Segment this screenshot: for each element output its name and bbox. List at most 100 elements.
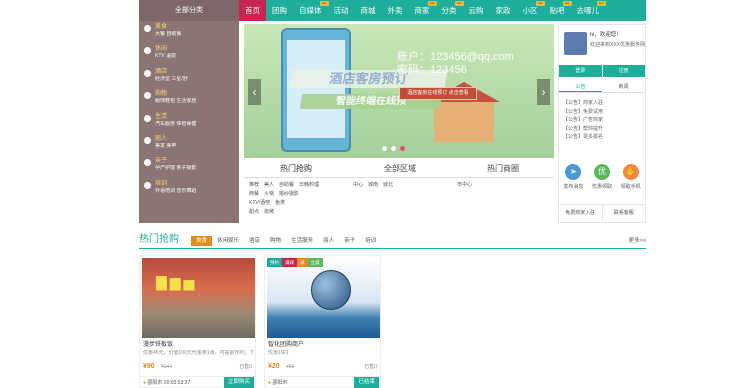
- category-row[interactable]: 购物 服饰鞋包 生活家居: [139, 88, 239, 110]
- category-title[interactable]: 亲子: [155, 158, 239, 165]
- nav-item[interactable]: 自媒体 hot: [293, 0, 329, 21]
- hot-tab[interactable]: 购物: [265, 236, 286, 246]
- category-subitems[interactable]: 大餐 自助餐: [155, 31, 239, 38]
- category-title[interactable]: 购物: [155, 91, 239, 98]
- hot-tab[interactable]: 酒店: [244, 236, 265, 246]
- quick-action[interactable]: ➤ 发布消息: [563, 164, 583, 190]
- prev-arrow-icon[interactable]: ‹: [248, 79, 261, 105]
- slider-dot[interactable]: [382, 146, 387, 151]
- category-title[interactable]: 休闲: [155, 46, 239, 53]
- deal-title[interactable]: 智化团购商户: [268, 342, 304, 349]
- notice-item[interactable]: 【公告】帮你提升: [563, 125, 603, 134]
- hot-tab[interactable]: 培训: [360, 236, 381, 246]
- category-subitems[interactable]: 汽车服务 体检保健: [155, 121, 239, 128]
- tab-notice[interactable]: 公告: [559, 81, 602, 92]
- slider-dot-active[interactable]: [400, 146, 405, 151]
- tab-title[interactable]: 热门商圈: [452, 160, 554, 178]
- quick-action-label[interactable]: 发布消息: [563, 183, 583, 190]
- notice-item[interactable]: 【公告】免费试用: [563, 108, 603, 117]
- category-title[interactable]: 美食: [155, 24, 239, 31]
- all-categories-tab[interactable]: 全部分类: [139, 0, 239, 21]
- notice-item[interactable]: 【公告】商家入驻: [563, 99, 603, 108]
- tab-link[interactable]: 自助餐: [279, 182, 294, 188]
- send-icon[interactable]: ➤: [565, 164, 582, 180]
- tab-link[interactable]: 日韩料理: [299, 182, 319, 188]
- hot-tab[interactable]: 生活服务: [286, 236, 318, 246]
- deal-card[interactable]: ▇▆▅ 漫步铁板饭 优惠45元，价值100元代金券1张，可提前预约，下单 ¥90…: [139, 255, 256, 388]
- nav-item[interactable]: 团购: [266, 0, 293, 21]
- hot-tab[interactable]: 休闲娱乐: [212, 236, 244, 246]
- category-subitems[interactable]: 美发 美甲: [155, 143, 239, 150]
- tab-title[interactable]: 热门抢购: [244, 160, 348, 178]
- tab-link[interactable]: 火锅: [264, 191, 274, 197]
- deal-card[interactable]: 预约 满减减立减 智化团购商户 优惠1块1 ¥20 ¥33 已售0 ● 邵阳市 已…: [264, 255, 381, 388]
- category-row[interactable]: 酒店 经济型 三星/舒: [139, 66, 239, 88]
- nav-item[interactable]: 商家 hot: [409, 0, 437, 21]
- next-arrow-icon[interactable]: ›: [537, 79, 550, 105]
- notice-item[interactable]: 【公告】更多报名: [563, 133, 603, 142]
- tab-link[interactable]: 西餐: [249, 191, 259, 197]
- category-subitems[interactable]: 孕产护理 亲子摄影: [155, 165, 239, 172]
- merchant-join-link[interactable]: 免费商家入驻: [559, 205, 602, 222]
- tab-hot-districts[interactable]: 热门商圈 市中心: [452, 160, 554, 223]
- more-link[interactable]: 更多>>: [629, 236, 646, 246]
- slider-dot[interactable]: [391, 146, 396, 151]
- nav-item[interactable]: 小区 hot: [517, 0, 545, 21]
- deal-image[interactable]: ▇▆▅: [142, 258, 255, 338]
- coupon-icon[interactable]: 优: [593, 164, 610, 180]
- quick-action[interactable]: ✋ 领取手机: [621, 164, 641, 190]
- nav-item[interactable]: 外卖: [382, 0, 409, 21]
- banner-cta-button[interactable]: 酒店客房在线预订 点击查看: [399, 87, 477, 100]
- banner-slider[interactable]: 酒店客房预订 智能终端在线预 账户：123456@qq.com 密码：12345…: [244, 24, 554, 158]
- login-button[interactable]: 登录: [559, 65, 602, 77]
- notice-item[interactable]: 【公告】广告商家: [563, 116, 603, 125]
- tab-link[interactable]: 甜点: [249, 209, 259, 215]
- tab-link[interactable]: 中心: [353, 182, 363, 188]
- buy-now-button[interactable]: 立即购买: [223, 377, 254, 388]
- nav-item[interactable]: 去哪儿 hot: [571, 0, 606, 21]
- category-row[interactable]: 培训 外语培训 音乐舞蹈: [139, 178, 239, 200]
- category-title[interactable]: 丽人: [155, 136, 239, 143]
- tab-title[interactable]: 全部区域: [348, 160, 452, 178]
- tab-link[interactable]: 婚纱摄影: [279, 191, 299, 197]
- category-row[interactable]: 美食 大餐 自助餐: [139, 21, 239, 43]
- category-subitems[interactable]: 外语培训 音乐舞蹈: [155, 188, 239, 195]
- deal-title[interactable]: 漫步铁板饭: [143, 342, 173, 349]
- category-subitems[interactable]: 服饰鞋包 生活家居: [155, 98, 239, 105]
- register-button[interactable]: 注册: [601, 65, 645, 77]
- tab-link[interactable]: 市中心: [457, 182, 472, 188]
- nav-item[interactable]: 商城: [355, 0, 382, 21]
- tab-link[interactable]: KTV/酒吧: [249, 200, 270, 206]
- tab-link[interactable]: 美人: [264, 182, 274, 188]
- hand-icon[interactable]: ✋: [622, 164, 639, 180]
- hot-tab[interactable]: 丽人: [318, 236, 339, 246]
- quick-action[interactable]: 优优惠领取: [592, 164, 612, 190]
- quick-action-label[interactable]: 优惠领取: [592, 183, 612, 190]
- nav-item[interactable]: 云购: [463, 0, 490, 21]
- nav-item[interactable]: 活动: [328, 0, 355, 21]
- tab-link[interactable]: 推荐: [249, 182, 259, 188]
- nav-item[interactable]: 家政: [490, 0, 517, 21]
- nav-item[interactable]: 首页: [239, 0, 266, 21]
- hot-tab[interactable]: 美食: [191, 236, 213, 246]
- tab-news[interactable]: 新闻: [602, 81, 645, 92]
- tab-link[interactable]: 城北: [383, 182, 393, 188]
- tab-all-areas[interactable]: 全部区域 中心 城南 城北: [348, 160, 452, 223]
- category-title[interactable]: 生活: [155, 114, 239, 121]
- nav-item[interactable]: 贴吧 hot: [544, 0, 572, 21]
- category-title[interactable]: 酒店: [155, 69, 239, 76]
- ended-button[interactable]: 已结束: [354, 377, 379, 388]
- category-title[interactable]: 培训: [155, 181, 239, 188]
- tab-link[interactable]: 城南: [368, 182, 378, 188]
- deal-image[interactable]: 预约 满减减立减: [267, 258, 380, 338]
- quick-action-label[interactable]: 领取手机: [621, 183, 641, 190]
- tab-link[interactable]: 烧烤: [264, 209, 274, 215]
- category-row[interactable]: 休闲 KTV 温泉: [139, 43, 239, 65]
- category-row[interactable]: 亲子 孕产护理 亲子摄影: [139, 155, 239, 177]
- category-row[interactable]: 丽人 美发 美甲: [139, 133, 239, 155]
- tab-hot-deals[interactable]: 热门抢购 推荐 美人 自助餐 日韩料理西餐 火锅 婚纱摄影 KTV/酒吧 鱼类甜点 烧烤: [244, 160, 348, 223]
- contact-service-link[interactable]: 联系客服: [601, 205, 646, 222]
- category-subitems[interactable]: KTV 温泉: [155, 53, 239, 60]
- category-subitems[interactable]: 经济型 三星/舒: [155, 76, 239, 83]
- tab-link[interactable]: 鱼类: [275, 200, 285, 206]
